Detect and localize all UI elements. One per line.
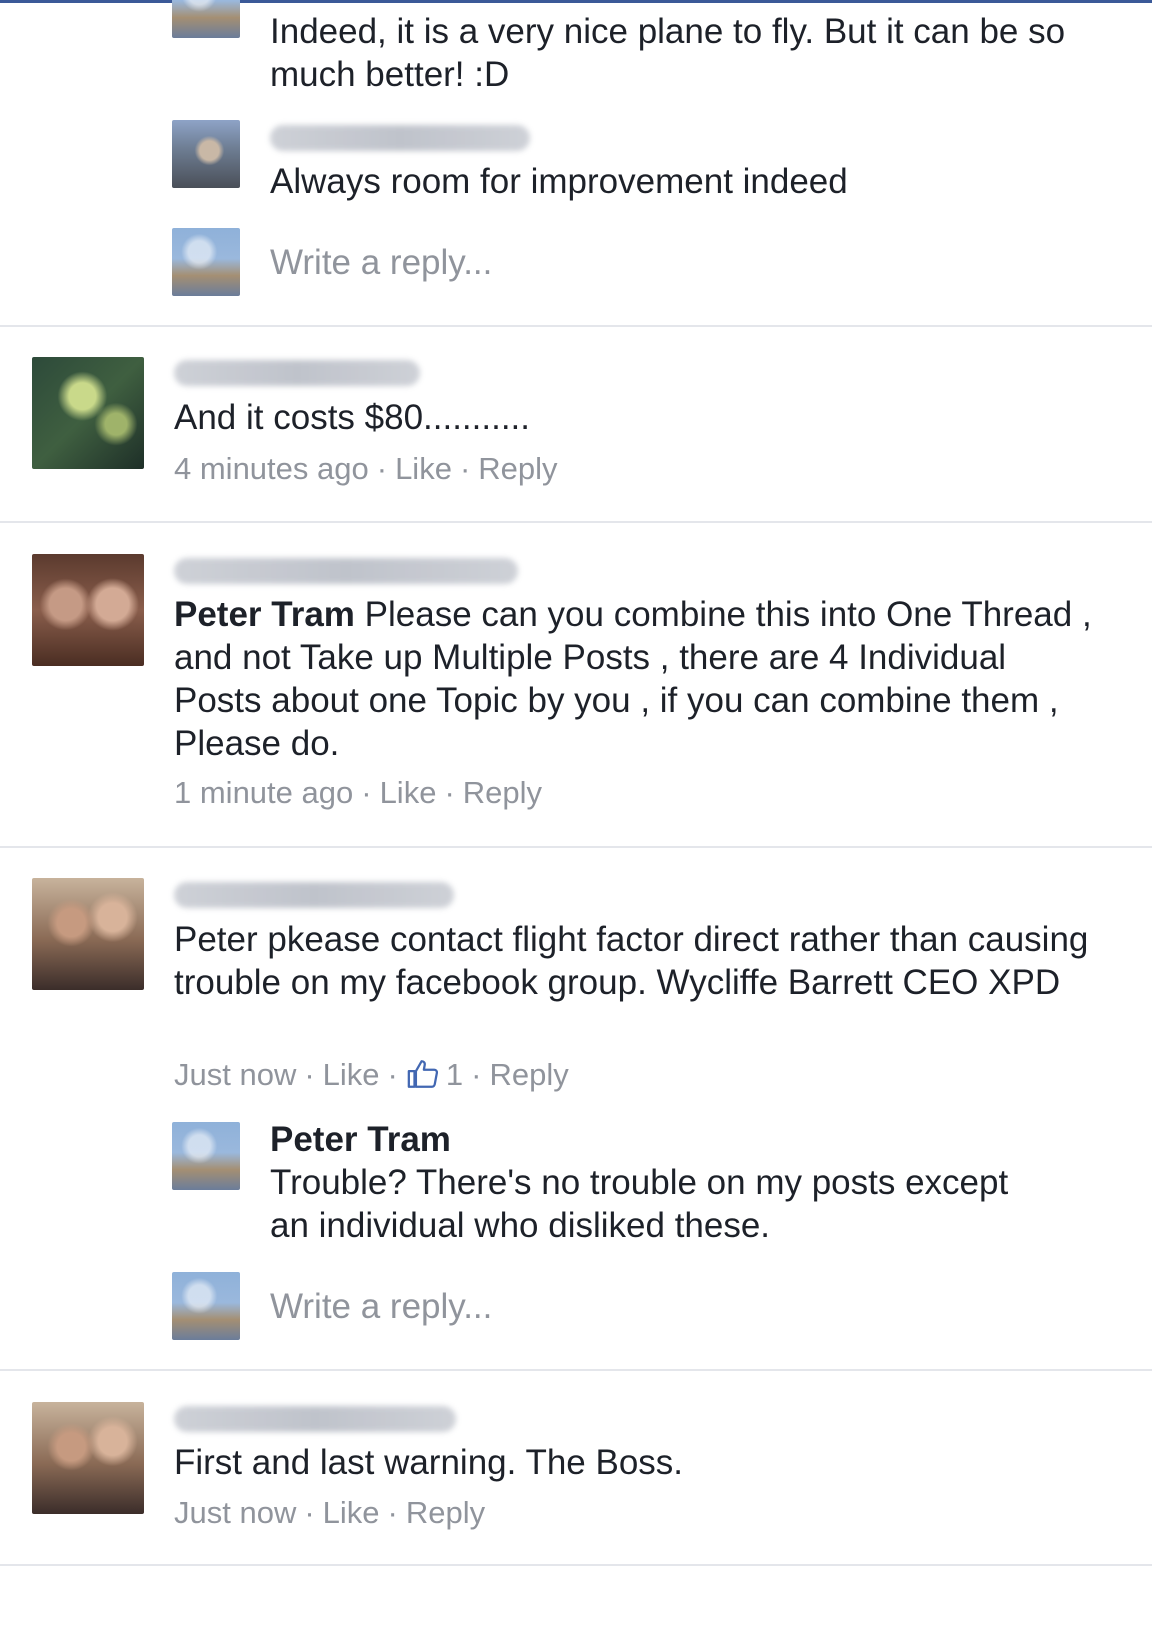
comment-meta: Just now · Like · 1 · Reply <box>174 1056 569 1094</box>
mention-link[interactable]: Peter Tram <box>174 595 355 634</box>
comment-text: And it costs $80........... <box>174 398 530 437</box>
reply-text: Indeed, it is a very nice plane to fly. … <box>270 12 1066 94</box>
like-link[interactable]: Like <box>323 1494 380 1532</box>
write-reply-input[interactable]: Write a reply... <box>270 241 492 284</box>
write-reply-input[interactable]: Write a reply... <box>270 1285 492 1328</box>
blurred-author-name[interactable] <box>174 1406 456 1432</box>
divider <box>0 521 1152 523</box>
like-count[interactable]: 1 <box>406 1056 463 1094</box>
current-user-avatar <box>172 1272 240 1340</box>
comment-text: Peter Tram Please can you combine this i… <box>174 593 1094 765</box>
separator: · <box>376 451 388 486</box>
blurred-author-name[interactable] <box>270 125 530 151</box>
reply-link[interactable]: Reply <box>406 1494 485 1532</box>
jake-avatar[interactable] <box>172 120 240 188</box>
divider <box>0 846 1152 848</box>
blurred-author-name[interactable] <box>174 558 518 584</box>
reply-link[interactable]: Reply <box>489 1056 568 1094</box>
like-link[interactable]: Like <box>380 774 437 812</box>
separator: · <box>387 1057 398 1092</box>
comment-avatar[interactable] <box>32 357 144 469</box>
divider <box>0 325 1152 327</box>
timestamp[interactable]: 4 minutes ago <box>174 450 369 488</box>
separator: · <box>304 1057 315 1092</box>
comment-text: Peter pkease contact flight factor direc… <box>174 920 1089 1002</box>
timestamp[interactable]: Just now <box>174 1494 296 1532</box>
comment-avatar[interactable] <box>32 878 144 990</box>
blurred-author-name[interactable] <box>174 882 454 908</box>
current-user-avatar <box>172 228 240 296</box>
separator: · <box>304 1495 315 1530</box>
reply-avatar[interactable] <box>172 1122 240 1190</box>
reply-link[interactable]: Reply <box>463 774 542 812</box>
blurred-author-name[interactable] <box>174 360 420 386</box>
comment-meta: 4 minutes ago · Like · Reply <box>174 450 558 488</box>
reply-text: Trouble? There's no trouble on my posts … <box>270 1163 1009 1245</box>
comment-avatar[interactable] <box>32 1402 144 1514</box>
separator: · <box>471 1057 482 1092</box>
comment-meta: Just now · Like · Reply <box>174 1494 485 1532</box>
reply-link[interactable]: Reply <box>478 450 557 488</box>
separator: · <box>387 1495 398 1530</box>
timestamp[interactable]: Just now <box>174 1056 296 1094</box>
separator: · <box>361 775 372 810</box>
like-link[interactable]: Like <box>323 1056 380 1094</box>
separator: · <box>444 775 455 810</box>
like-count-value: 1 <box>445 1057 464 1092</box>
reply-text: Always room for improvement indeed <box>270 162 848 201</box>
timestamp[interactable]: 1 minute ago <box>174 774 353 812</box>
divider <box>0 1564 1152 1566</box>
separator: · <box>459 451 471 486</box>
comment-text: First and last warning. The Boss. <box>174 1443 684 1482</box>
reply-author[interactable]: Peter Tram <box>270 1118 451 1161</box>
thumbs-up-icon <box>407 1060 438 1088</box>
like-link[interactable]: Like <box>395 450 452 488</box>
divider <box>0 1369 1152 1371</box>
reply-avatar[interactable] <box>172 0 240 38</box>
comment-meta: 1 minute ago · Like · Reply <box>174 774 542 812</box>
comment-avatar[interactable] <box>32 554 144 666</box>
